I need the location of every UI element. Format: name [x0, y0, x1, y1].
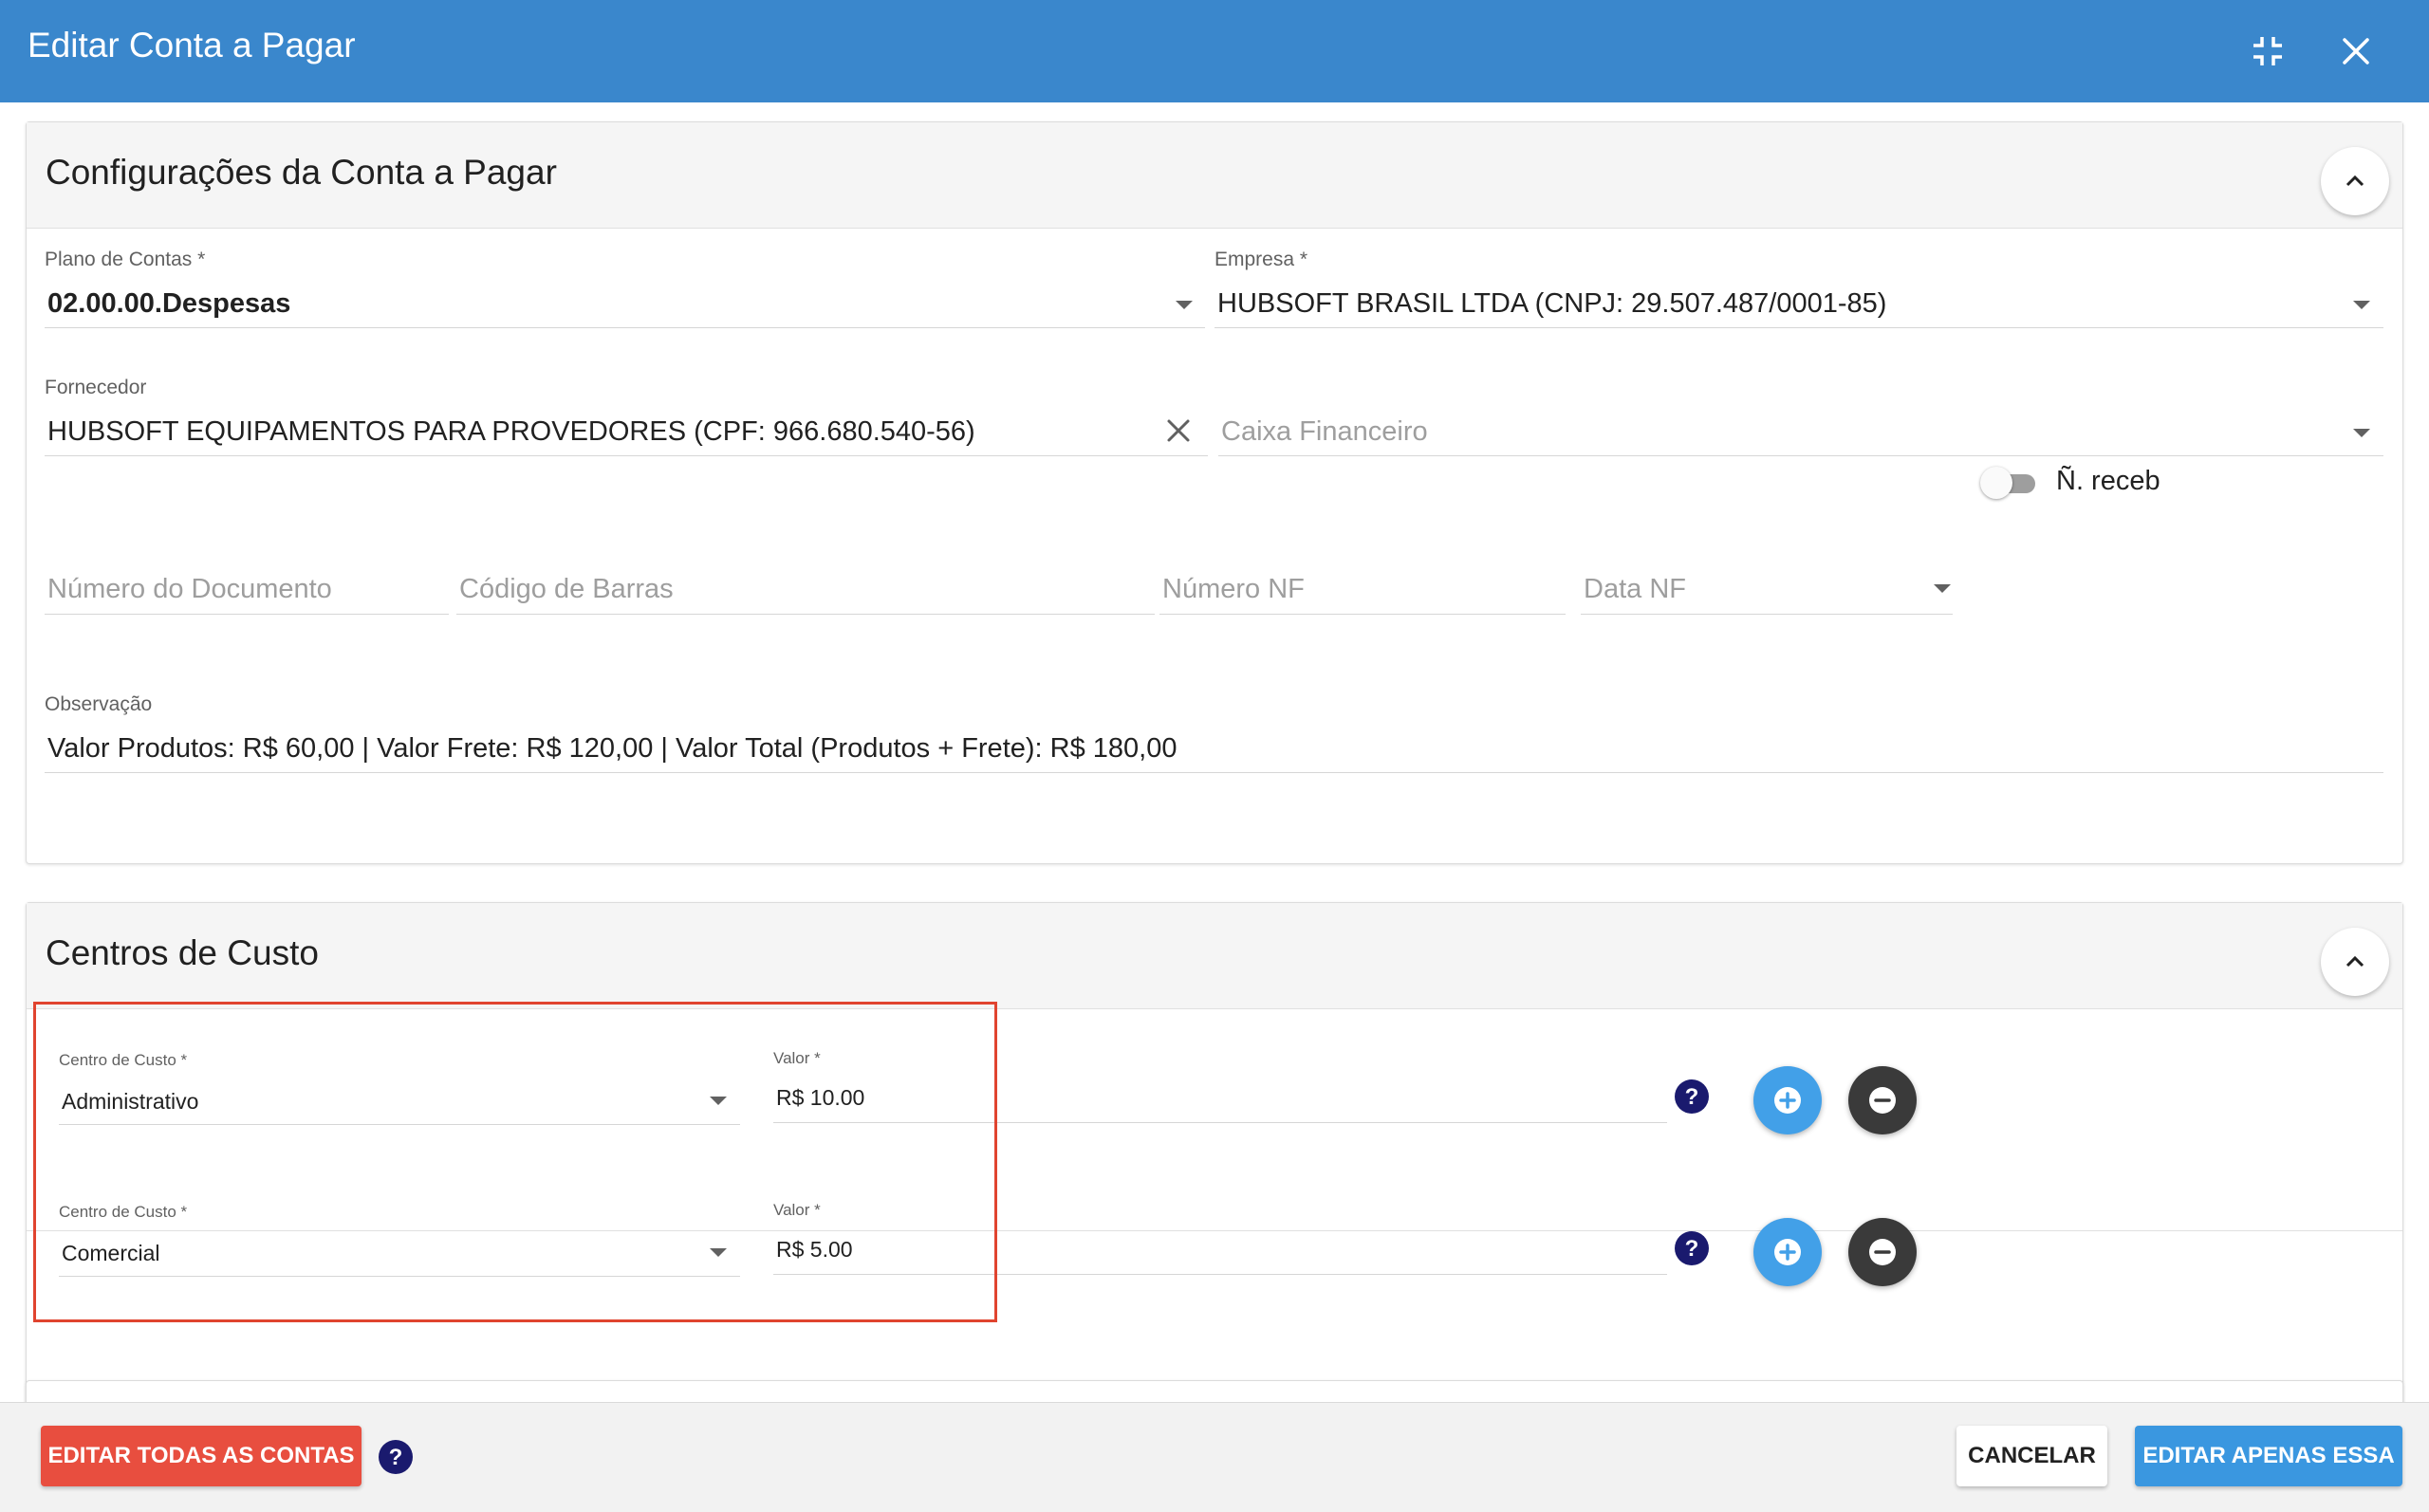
add-centro-button[interactable] — [1753, 1066, 1822, 1134]
numero-documento-placeholder: Número do Documento — [47, 574, 332, 604]
add-centro-button[interactable] — [1753, 1218, 1822, 1286]
highlight-box — [33, 1002, 997, 1322]
centros-card-title: Centros de Custo — [46, 933, 319, 972]
help-circle-icon[interactable]: ? — [378, 1439, 414, 1475]
codigo-barras-placeholder: Código de Barras — [459, 574, 674, 604]
field-underline — [45, 455, 1208, 456]
required-mark: * — [197, 249, 206, 270]
fornecedor-field[interactable]: Fornecedor HUBSOFT EQUIPAMENTOS PARA PRO… — [45, 377, 1208, 456]
field-underline — [1581, 614, 1953, 615]
close-icon — [2343, 38, 2369, 65]
dropdown-arrow-icon — [1176, 301, 1193, 309]
compress-icon — [2253, 37, 2282, 65]
field-underline — [45, 614, 449, 615]
empresa-label: Empresa — [1214, 249, 1295, 270]
caixa-financeiro-placeholder: Caixa Financeiro — [1221, 416, 1428, 447]
observacao-value: Valor Produtos: R$ 60,00 | Valor Frete: … — [47, 733, 1177, 764]
nao-receb-label: Ñ. receb — [2056, 466, 2160, 496]
field-underline — [1218, 455, 2383, 456]
field-underline — [45, 772, 2383, 773]
remove-centro-button[interactable] — [1848, 1218, 1917, 1286]
observacao-field[interactable]: Observação Valor Produtos: R$ 60,00 | Va… — [45, 693, 2383, 773]
svg-text:?: ? — [389, 1445, 403, 1470]
fornecedor-value: HUBSOFT EQUIPAMENTOS PARA PROVEDORES (CP… — [47, 416, 975, 447]
remove-centro-button[interactable] — [1848, 1066, 1917, 1134]
clear-fornecedor-button[interactable] — [1162, 415, 1195, 447]
numero-nf-input[interactable]: Número NF — [1159, 550, 1566, 615]
plano-de-contas-value: 02.00.00.Despesas — [47, 288, 291, 319]
next-card — [26, 1380, 2403, 1402]
plus-circle-icon — [1774, 1239, 1801, 1265]
dropdown-arrow-icon — [1934, 584, 1951, 593]
centros-card-header: Centros de Custo — [27, 903, 2402, 1009]
svg-text:?: ? — [1685, 1236, 1699, 1262]
caixa-financeiro-select[interactable]: Caixa Financeiro — [1218, 377, 2383, 456]
minimize-button[interactable] — [2239, 23, 2296, 80]
dialog-header: Editar Conta a Pagar — [0, 0, 2429, 102]
clear-icon — [1167, 419, 1190, 442]
data-nf-select[interactable]: Data NF — [1581, 550, 1953, 615]
observacao-label: Observação — [45, 693, 153, 715]
fornecedor-label: Fornecedor — [45, 377, 147, 398]
dropdown-arrow-icon — [2353, 429, 2370, 437]
plano-de-contas-select[interactable]: Plano de Contas * 02.00.00.Despesas — [45, 249, 1205, 328]
dialog-title: Editar Conta a Pagar — [28, 26, 356, 65]
svg-text:?: ? — [1685, 1084, 1699, 1110]
config-collapse-button[interactable] — [2321, 147, 2389, 215]
field-underline — [1214, 327, 2383, 328]
dropdown-arrow-icon — [2353, 301, 2370, 309]
edit-all-button[interactable]: EDITAR TODAS AS CONTAS — [41, 1426, 362, 1486]
numero-documento-input[interactable]: Número do Documento — [45, 550, 449, 615]
minus-circle-icon — [1869, 1239, 1896, 1265]
data-nf-placeholder: Data NF — [1584, 574, 1686, 604]
help-circle-icon[interactable]: ? — [1674, 1230, 1710, 1266]
field-underline — [45, 327, 1205, 328]
nao-receb-toggle[interactable] — [1980, 464, 2041, 502]
minus-circle-icon — [1869, 1087, 1896, 1114]
dialog-footer: EDITAR TODAS AS CONTAS ? CANCELAR EDITAR… — [0, 1402, 2429, 1512]
config-card-title: Configurações da Conta a Pagar — [46, 153, 557, 192]
plus-circle-icon — [1774, 1087, 1801, 1114]
chevron-up-icon — [2346, 175, 2364, 187]
empresa-value: HUBSOFT BRASIL LTDA (CNPJ: 29.507.487/00… — [1217, 288, 1887, 319]
required-mark: * — [1299, 249, 1308, 270]
centros-collapse-button[interactable] — [2321, 928, 2389, 996]
edit-only-this-button[interactable]: EDITAR APENAS ESSA — [2135, 1426, 2402, 1486]
codigo-barras-input[interactable]: Código de Barras — [456, 550, 1155, 615]
plano-de-contas-label: Plano de Contas — [45, 249, 193, 270]
close-button[interactable] — [2327, 23, 2384, 80]
field-underline — [456, 614, 1155, 615]
empresa-select[interactable]: Empresa * HUBSOFT BRASIL LTDA (CNPJ: 29.… — [1214, 249, 2383, 328]
chevron-up-icon — [2346, 955, 2364, 968]
cancel-button[interactable]: CANCELAR — [1956, 1426, 2107, 1486]
numero-nf-placeholder: Número NF — [1162, 574, 1305, 604]
config-card-header: Configurações da Conta a Pagar — [27, 122, 2402, 229]
help-circle-icon[interactable]: ? — [1674, 1079, 1710, 1115]
field-underline — [1159, 614, 1566, 615]
